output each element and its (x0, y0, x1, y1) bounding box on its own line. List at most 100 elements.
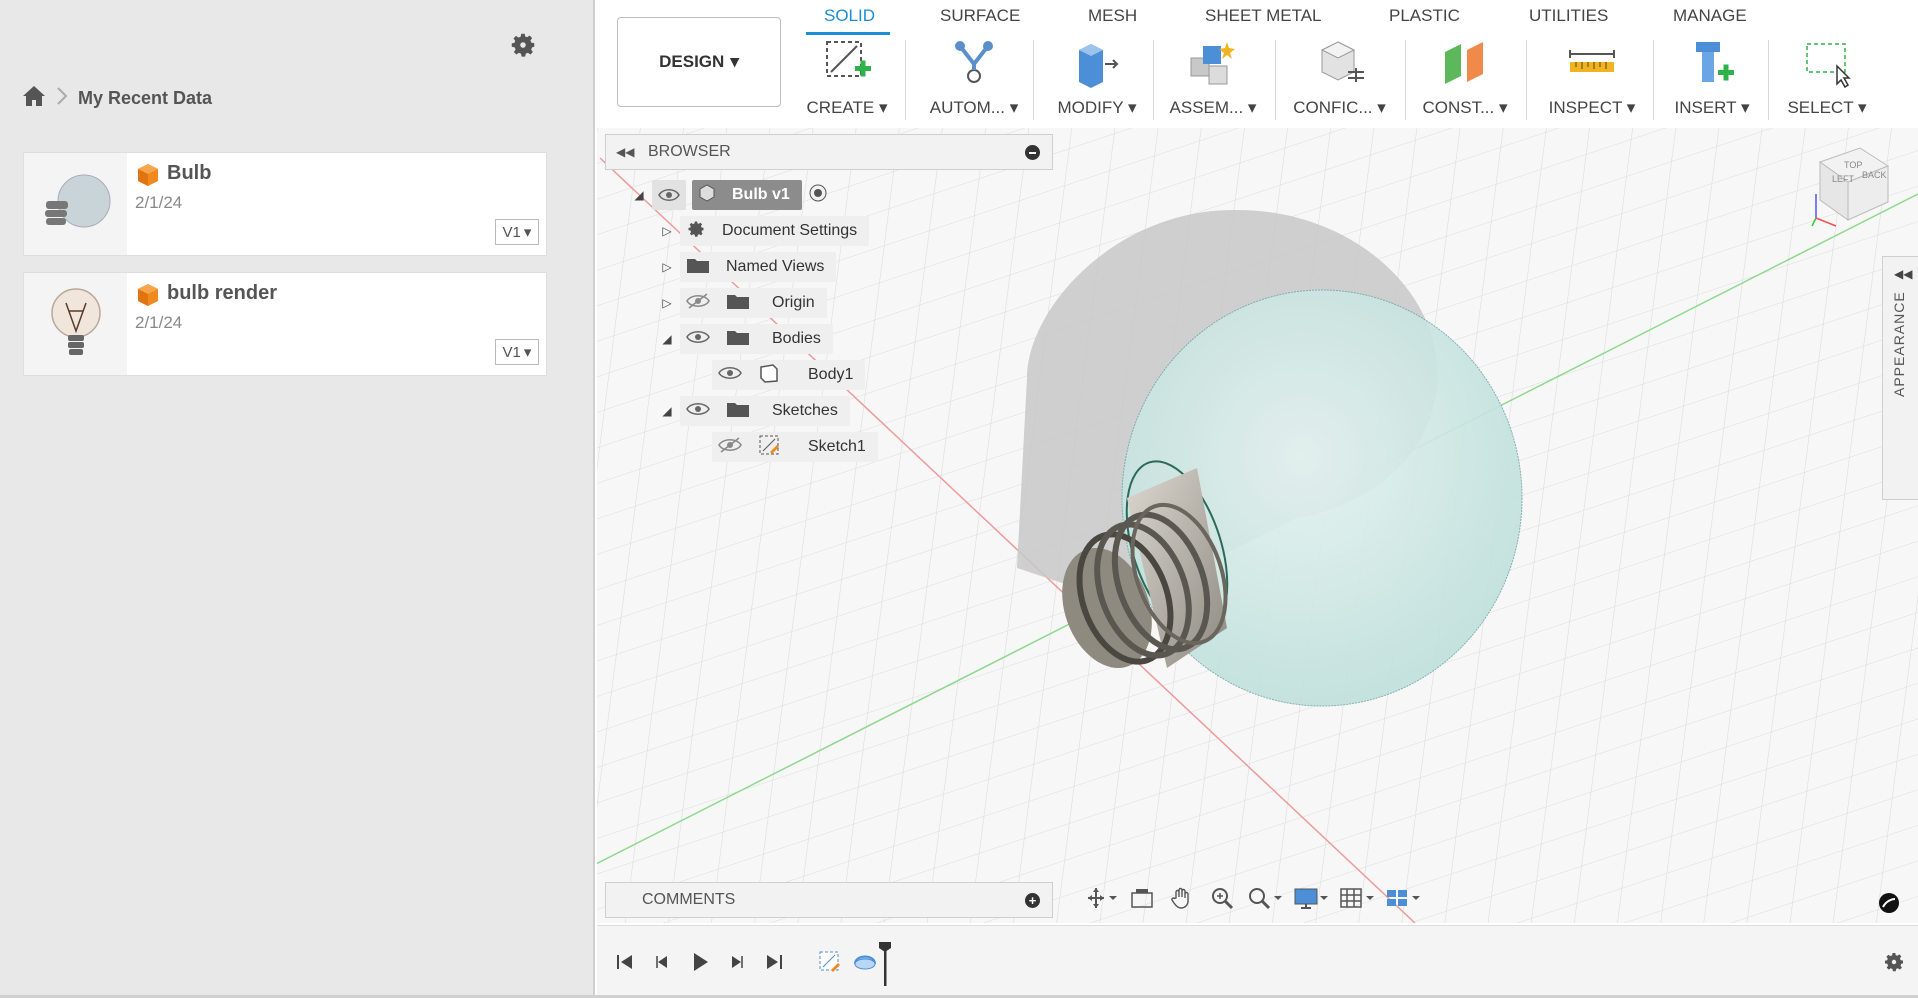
file-card-bulb[interactable]: Bulb 2/1/24 V1 ▾ (23, 152, 547, 256)
tree-item-label: Body1 (808, 366, 854, 383)
chevron-right-icon (56, 86, 68, 111)
modify-group[interactable]: MODIFY ▾ (1052, 34, 1142, 122)
eye-icon[interactable] (686, 401, 710, 422)
breadcrumb: My Recent Data (22, 85, 212, 112)
select-group[interactable]: SELECT ▾ (1782, 34, 1872, 122)
appearance-panel-tab[interactable]: ◀◀ APPEARANCE (1882, 256, 1918, 500)
assemble-group[interactable]: ASSEM... ▾ (1168, 34, 1258, 122)
add-comment-icon[interactable]: + (1025, 893, 1040, 908)
eye-icon[interactable] (652, 180, 686, 210)
insert-group[interactable]: INSERT ▾ (1667, 34, 1757, 122)
activate-radio-icon[interactable] (808, 183, 828, 208)
tab-mesh[interactable]: MESH (1088, 6, 1137, 26)
insert-bolt-icon (1684, 34, 1740, 90)
expanded-triangle-icon[interactable]: ◢ (660, 404, 674, 418)
tab-solid[interactable]: SOLID (824, 6, 875, 26)
timeline-sketch-feature-icon[interactable] (817, 948, 843, 976)
skip-to-end-icon[interactable] (760, 948, 788, 976)
file-date: 2/1/24 (135, 313, 183, 332)
tree-item[interactable]: ◢ Sketches (660, 396, 850, 426)
collapsed-triangle-icon[interactable]: ▷ (660, 296, 674, 310)
tree-item-node[interactable]: Sketches (680, 396, 850, 426)
tab-utilities[interactable]: UTILITIES (1529, 6, 1608, 26)
comments-panel[interactable]: COMMENTS + (605, 882, 1053, 918)
timeline-marker[interactable] (879, 942, 891, 986)
viewcube-face-back: BACK (1862, 170, 1887, 180)
file-name[interactable]: Bulb (167, 162, 211, 185)
configure-group[interactable]: CONFIC... ▾ (1292, 34, 1387, 122)
tree-root-node[interactable]: Bulb v1 (692, 180, 802, 210)
tree-root[interactable]: ◢ Bulb v1 (632, 180, 828, 210)
expand-left-icon[interactable]: ◀◀ (1894, 267, 1912, 281)
play-icon[interactable] (686, 948, 714, 976)
tab-sheet-metal[interactable]: SHEET METAL (1205, 6, 1322, 26)
minimize-icon[interactable] (1025, 145, 1040, 160)
file-card-bulb-render[interactable]: bulb render 2/1/24 V1 ▾ (23, 272, 547, 376)
orbit-icon[interactable] (1085, 882, 1119, 914)
skip-to-start-icon[interactable] (611, 948, 639, 976)
display-settings-icon[interactable] (1291, 882, 1331, 914)
eye-hidden-icon[interactable] (686, 292, 710, 314)
create-group[interactable]: CREATE ▾ (807, 34, 887, 122)
collapse-left-icon[interactable]: ◀◀ (616, 145, 636, 159)
tree-item[interactable]: ▷ Document Settings (660, 216, 870, 246)
tree-item[interactable]: Sketch1 (712, 432, 878, 462)
viewcube-face-top: TOP (1844, 160, 1862, 170)
design-cube-icon (136, 283, 160, 307)
tab-plastic[interactable]: PLASTIC (1389, 6, 1460, 26)
folder-icon (686, 256, 710, 279)
expanded-triangle-icon[interactable]: ◢ (660, 332, 674, 346)
timeline-settings-gear-icon[interactable] (1882, 950, 1906, 974)
eye-hidden-icon[interactable] (718, 436, 742, 458)
component-icon (698, 183, 716, 207)
viewports-icon[interactable] (1383, 882, 1423, 914)
select-window-icon (1799, 34, 1855, 90)
tab-manage[interactable]: MANAGE (1673, 6, 1747, 26)
browser-panel-header[interactable]: ◀◀ BROWSER (605, 134, 1053, 170)
file-name[interactable]: bulb render (167, 282, 277, 305)
tree-item-node[interactable]: Document Settings (680, 216, 870, 246)
breadcrumb-label[interactable]: My Recent Data (78, 88, 212, 109)
pan-hand-icon[interactable] (1165, 882, 1199, 914)
canvas-viewport[interactable] (597, 128, 1918, 923)
tree-item-node[interactable]: Origin (680, 288, 827, 318)
version-dropdown[interactable]: V1 ▾ (495, 339, 539, 365)
version-label: V1 (502, 223, 521, 241)
tree-item-node[interactable]: Named Views (680, 252, 837, 282)
gear-icon[interactable] (508, 30, 538, 60)
collapsed-triangle-icon[interactable]: ▷ (660, 260, 674, 274)
tree-item-label: Document Settings (722, 222, 858, 239)
tree-item[interactable]: Body1 (712, 360, 866, 390)
tree-item[interactable]: ◢ Bodies (660, 324, 833, 354)
version-dropdown[interactable]: V1 ▾ (495, 219, 539, 245)
eye-icon[interactable] (686, 329, 710, 350)
eye-icon[interactable] (718, 365, 742, 386)
grid-settings-icon[interactable] (1337, 882, 1377, 914)
sketch-icon (758, 434, 780, 461)
timeline-revolve-feature-icon[interactable] (851, 948, 879, 976)
inspect-group[interactable]: INSPECT ▾ (1542, 34, 1642, 122)
expanded-triangle-icon[interactable]: ◢ (632, 188, 646, 202)
modify-label: MODIFY (1057, 98, 1124, 117)
folder-icon (726, 400, 750, 423)
construct-group[interactable]: CONST... ▾ (1420, 34, 1510, 122)
tree-item-node[interactable]: Body1 (712, 360, 866, 390)
step-back-icon[interactable] (648, 948, 676, 976)
zoom-icon[interactable] (1205, 882, 1239, 914)
tree-item-node[interactable]: Bodies (680, 324, 833, 354)
tree-item[interactable]: ▷ Origin (660, 288, 827, 318)
tab-surface[interactable]: SURFACE (940, 6, 1020, 26)
tree-item-node[interactable]: Sketch1 (712, 432, 878, 462)
look-at-icon[interactable] (1125, 882, 1159, 914)
step-forward-icon[interactable] (723, 948, 751, 976)
view-cube[interactable]: LEFT BACK TOP (1808, 138, 1898, 232)
fit-zoom-icon[interactable] (1245, 882, 1285, 914)
appearance-title: APPEARANCE (1891, 291, 1907, 397)
viewcube-face-left: LEFT (1832, 174, 1855, 184)
home-icon[interactable] (22, 85, 46, 112)
collapsed-triangle-icon[interactable]: ▷ (660, 224, 674, 238)
folder-icon (726, 328, 750, 351)
tree-item[interactable]: ▷ Named Views (660, 252, 837, 282)
workspace-switcher[interactable]: DESIGN ▾ (617, 17, 781, 107)
automate-group[interactable]: AUTOM... ▾ (924, 34, 1024, 122)
